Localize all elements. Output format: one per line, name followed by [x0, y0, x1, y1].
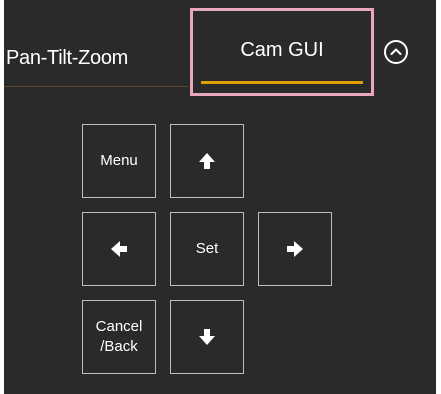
- cancel-back-label: Cancel /Back: [96, 317, 143, 357]
- left-button[interactable]: [82, 212, 156, 286]
- arrow-down-icon: [199, 329, 215, 345]
- arrow-up-icon: [199, 153, 215, 169]
- set-button[interactable]: Set: [170, 212, 244, 286]
- tab-pan-tilt-zoom[interactable]: Pan-Tilt-Zoom: [6, 38, 192, 78]
- tab-cam-gui[interactable]: Cam GUI: [190, 8, 374, 96]
- collapse-button[interactable]: [384, 40, 408, 64]
- down-button[interactable]: [170, 300, 244, 374]
- cancel-label-line2: /Back: [100, 338, 138, 355]
- up-button[interactable]: [170, 124, 244, 198]
- active-tab-indicator: [201, 81, 363, 84]
- tab-divider-line: [4, 86, 188, 87]
- arrow-left-icon: [111, 241, 127, 257]
- right-button[interactable]: [258, 212, 332, 286]
- menu-button-label: Menu: [100, 152, 138, 169]
- menu-button[interactable]: Menu: [82, 124, 156, 198]
- tab-cam-gui-label: Cam GUI: [240, 39, 324, 61]
- arrow-right-icon: [287, 241, 303, 257]
- set-button-label: Set: [195, 240, 219, 257]
- cancel-label-line1: Cancel: [95, 318, 143, 335]
- cancel-back-button[interactable]: Cancel /Back: [82, 300, 156, 374]
- tab-pan-tilt-zoom-label: Pan-Tilt-Zoom: [6, 47, 129, 69]
- camera-control-panel: Pan-Tilt-Zoom Cam GUI Menu Set Cancel /B…: [4, 0, 436, 394]
- chevron-up-icon: [390, 48, 402, 55]
